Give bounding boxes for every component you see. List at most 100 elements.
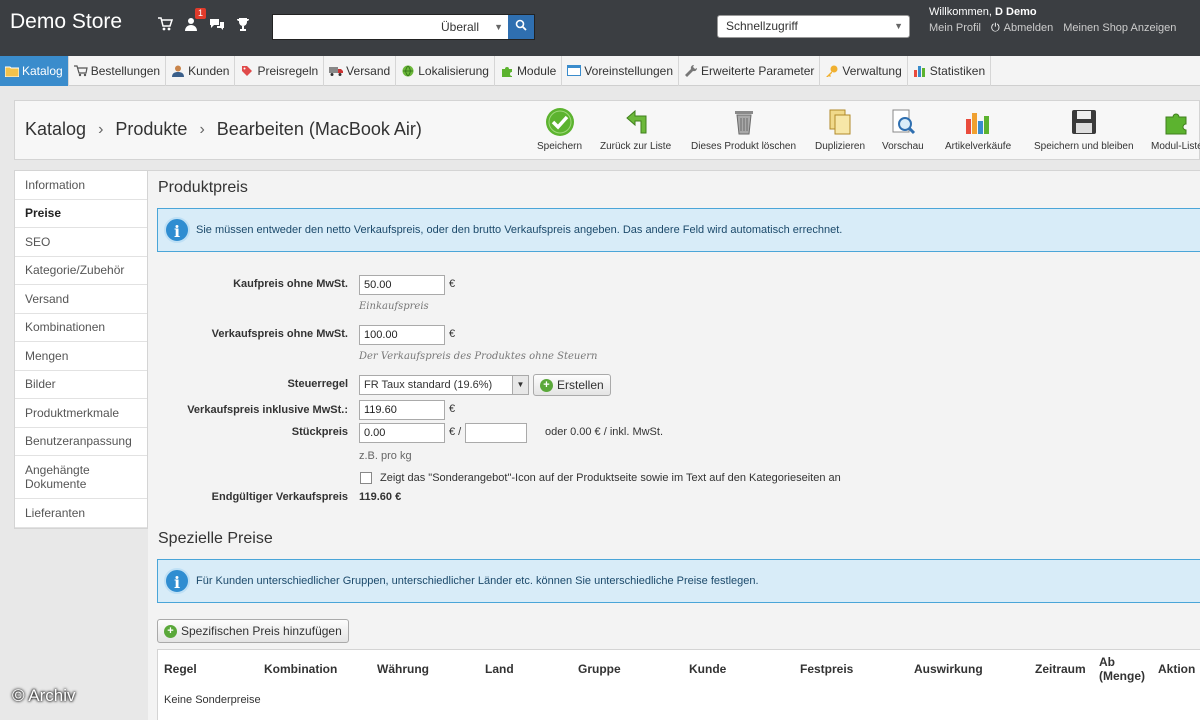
tax-rule-select[interactable]: FR Taux standard (19.6%) ▼ (359, 375, 529, 395)
nav-tab-label: Module (516, 64, 557, 78)
duplicate-button[interactable]: Duplizieren (815, 107, 865, 152)
puzzle-icon (500, 64, 514, 78)
breadcrumb-products[interactable]: Produkte (115, 119, 187, 140)
module-list-button[interactable]: Modul-Liste (1151, 107, 1200, 152)
nav-tab-versand[interactable]: Versand (324, 56, 397, 86)
special-offer-checkbox[interactable] (360, 472, 372, 484)
column-header-land[interactable]: Land (485, 650, 514, 688)
logout-link[interactable]: ⏻ Abmelden (991, 22, 1053, 35)
product-sales-button[interactable]: Artikelverkäufe (945, 107, 1011, 152)
sale-price-incl-input[interactable]: 119.60 (359, 400, 445, 420)
preview-button[interactable]: Vorschau (882, 107, 924, 152)
chevron-right-icon: › (98, 120, 104, 138)
sale-price-input[interactable]: 100.00 (359, 325, 445, 345)
plus-icon: + (540, 378, 553, 392)
column-header-w-hrung[interactable]: Währung (377, 650, 429, 688)
final-price-label: Endgültiger Verkaufspreis (211, 491, 348, 503)
nav-tab-verwaltung[interactable]: Verwaltung (820, 56, 908, 86)
sidebar-item-kombinationen[interactable]: Kombinationen (15, 314, 147, 342)
bar-chart-icon (963, 107, 993, 137)
unit-price-input[interactable]: 0.00 (359, 423, 445, 443)
special-info-text: Für Kunden unterschiedlicher Gruppen, un… (196, 575, 759, 587)
save-and-stay-label: Speichern und bleiben (1034, 141, 1134, 152)
save-and-stay-button[interactable]: Speichern und bleiben (1034, 107, 1134, 152)
special-prices-table: Keine Sonderpreise Regel Kombination Währu… (157, 649, 1200, 720)
column-header-kunde[interactable]: Kunde (689, 650, 726, 688)
column-header-aktion[interactable]: Aktion (1158, 650, 1195, 688)
welcome-user: D Demo (995, 6, 1037, 18)
product-sales-label: Artikelverkäufe (945, 141, 1012, 152)
nav-tab-label: Statistiken (929, 64, 986, 78)
column-header-zeitraum[interactable]: Zeitraum (1035, 650, 1086, 688)
nav-tab-kunden[interactable]: Kunden (166, 56, 236, 86)
chevron-down-icon: ▼ (494, 22, 503, 32)
logout-label: Abmelden (1003, 22, 1054, 34)
header-icons: 1 (156, 8, 252, 34)
nav-tab-erweiterte-parameter[interactable]: Erweiterte Parameter (679, 56, 821, 86)
nav-tab-lokalisierung[interactable]: Lokalisierung (396, 56, 495, 86)
new-customers-icon[interactable]: 1 (182, 8, 206, 34)
unit-type-input[interactable] (465, 423, 527, 443)
add-specific-price-button[interactable]: + Spezifischen Preis hinzufügen (157, 619, 349, 643)
column-header-gruppe[interactable]: Gruppe (578, 650, 621, 688)
quick-access-label: Schnellzugriff (726, 19, 798, 33)
chevron-down-icon: ▼ (894, 21, 903, 31)
product-tabs-menu: Information Preise SEO Kategorie/Zubehör Ver… (14, 170, 148, 529)
sidebar-item-benutzeranpassung[interactable]: Benutzeranpassung (15, 428, 147, 456)
sidebar-item-information[interactable]: Information (15, 171, 147, 200)
add-specific-price-label: Spezifischen Preis hinzufügen (181, 624, 342, 638)
nav-tab-module[interactable]: Module (495, 56, 563, 86)
breadcrumb-catalog[interactable]: Katalog (25, 119, 86, 140)
nav-tab-preisregeln[interactable]: Preisregeln (235, 56, 325, 86)
back-to-list-label: Zurück zur Liste (600, 141, 672, 152)
special-prices-title: Spezielle Preise (158, 530, 273, 547)
purchase-price-label: Kaufpreis ohne MwSt. (233, 278, 348, 290)
save-button[interactable]: Speichern (537, 107, 582, 152)
unit-price-incl-text: oder 0.00 € / inkl. MwSt. (545, 426, 663, 438)
trophy-icon[interactable] (234, 16, 252, 34)
purchase-price-input[interactable]: 50.00 (359, 275, 445, 295)
nav-tab-label: Voreinstellungen (584, 64, 674, 78)
plus-icon: + (164, 624, 177, 638)
user-links: Mein Profil ⏻ Abmelden Meinen Shop Anzeig… (929, 22, 1176, 35)
cart-icon[interactable] (156, 16, 174, 34)
nav-tab-katalog[interactable]: Katalog (0, 56, 69, 86)
search-input[interactable] (273, 15, 433, 39)
back-to-list-button[interactable]: Zurück zur Liste (600, 107, 671, 152)
sale-incl-currency: € (449, 403, 456, 415)
sale-price-incl-label: Verkaufspreis inklusive MwSt.: (187, 404, 348, 416)
sidebar-item-seo[interactable]: SEO (15, 228, 147, 257)
search-scope-label: Überall (441, 20, 480, 34)
create-tax-rule-button[interactable]: + Erstellen (533, 374, 611, 396)
sale-currency: € (449, 328, 456, 340)
delete-product-button[interactable]: Dieses Produkt löschen (691, 107, 796, 152)
sidebar-item-angeh-ngte-dokumente[interactable]: Angehängte Dokumente (15, 456, 147, 499)
top-header: Demo Store 1 Überall ▼ Schnellzugriff ▼ W… (0, 0, 1200, 56)
sidebar-item-mengen[interactable]: Mengen (15, 342, 147, 371)
sidebar-item-lieferanten[interactable]: Lieferanten (15, 499, 147, 528)
messages-icon[interactable] (208, 16, 226, 34)
sidebar-item-kategorie-zubeh-r[interactable]: Kategorie/Zubehör (15, 257, 147, 285)
column-header-regel[interactable]: Regel (164, 650, 197, 688)
sidebar-item-preise[interactable]: Preise (15, 199, 147, 228)
search-button[interactable] (508, 15, 534, 39)
back-arrow-icon (621, 107, 651, 137)
quick-access-select[interactable]: Schnellzugriff ▼ (717, 15, 910, 38)
price-info-text: Sie müssen entweder den netto Verkaufspr… (196, 224, 843, 236)
sidebar-item-produktmerkmale[interactable]: Produktmerkmale (15, 399, 147, 428)
column-header-festpreis[interactable]: Festpreis (800, 650, 853, 688)
view-shop-link[interactable]: Meinen Shop Anzeigen (1063, 22, 1176, 35)
search-scope-select[interactable]: Überall ▼ (437, 15, 507, 39)
nav-tab-bestellungen[interactable]: Bestellungen (69, 56, 167, 86)
column-header-auswirkung[interactable]: Auswirkung (914, 650, 983, 688)
folder-icon (5, 64, 19, 78)
store-name[interactable]: Demo Store (10, 10, 122, 34)
sidebar-item-bilder[interactable]: Bilder (15, 371, 147, 399)
column-header-kombination[interactable]: Kombination (264, 650, 337, 688)
info-icon: i (164, 568, 190, 594)
sidebar-item-versand[interactable]: Versand (15, 285, 147, 314)
my-profile-link[interactable]: Mein Profil (929, 22, 981, 35)
nav-tab-statistiken[interactable]: Statistiken (908, 56, 992, 86)
nav-tab-voreinstellungen[interactable]: Voreinstellungen (562, 56, 680, 86)
column-header-ab-menge[interactable]: Ab (Menge) (1099, 650, 1155, 688)
